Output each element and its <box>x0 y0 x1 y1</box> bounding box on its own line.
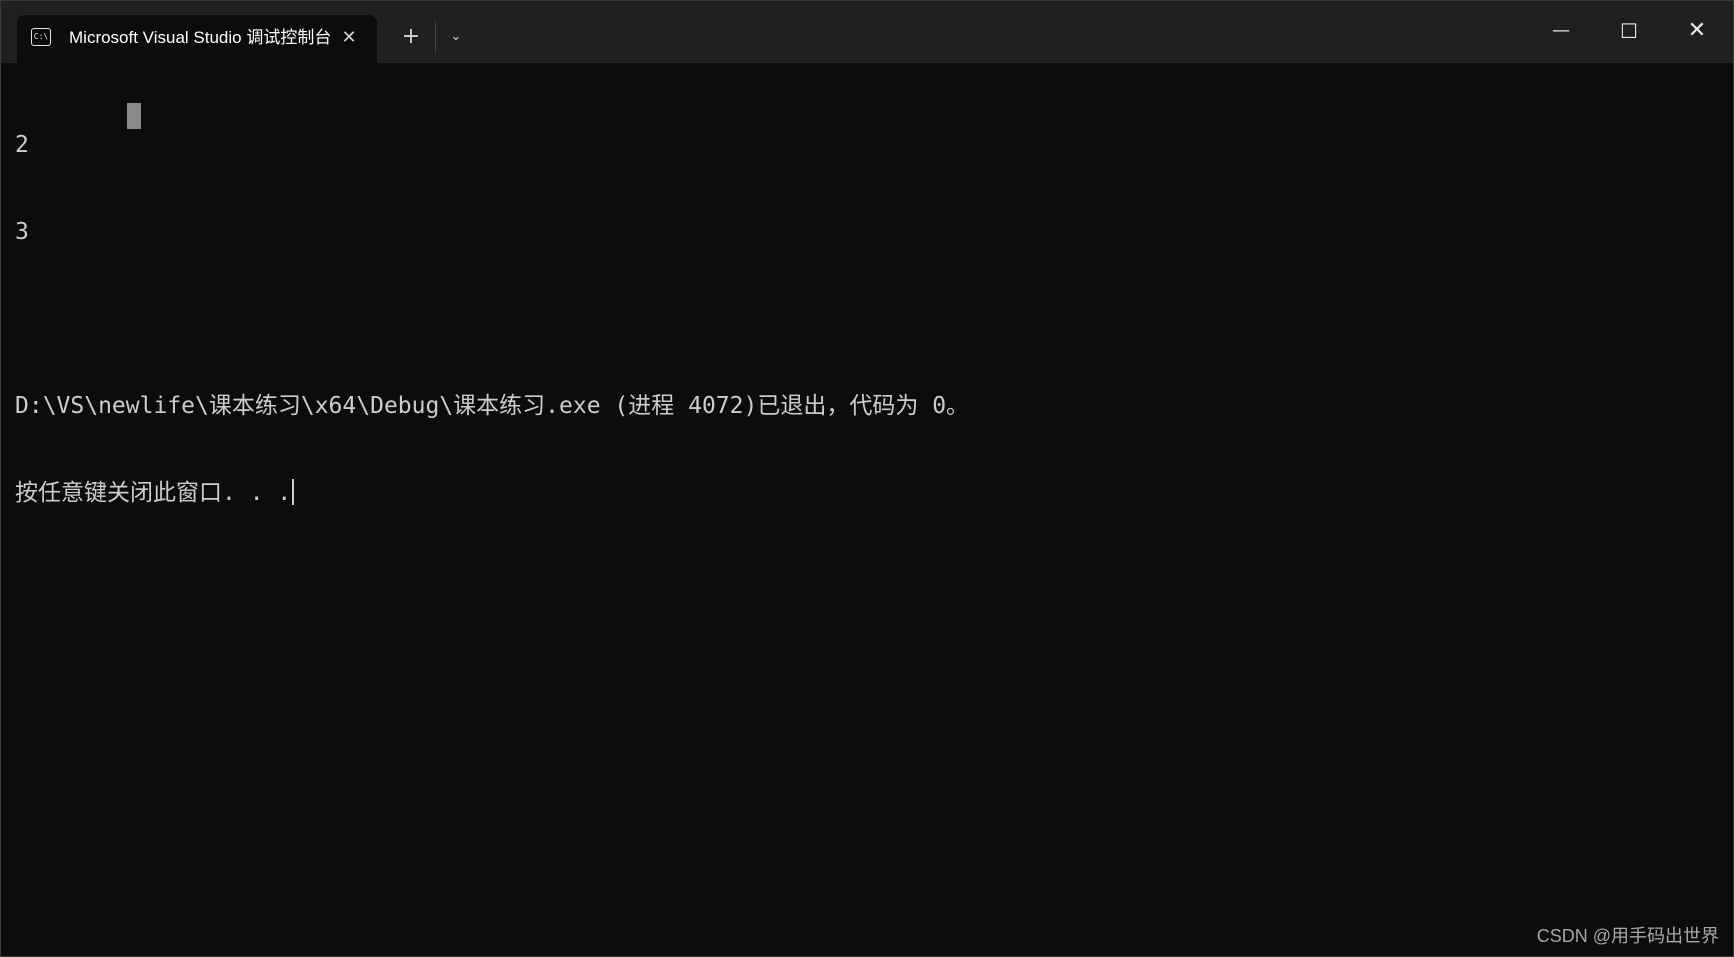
terminal-window: C:\ Microsoft Visual Studio 调试控制台 ✕ + ⌄ … <box>0 0 1734 957</box>
terminal-output[interactable]: 2 3 D:\VS\newlife\课本练习\x64\Debug\课本练习.ex… <box>15 73 1715 595</box>
terminal-line: 2 <box>15 132 29 158</box>
prompt-text: 按任意键关闭此窗口. . . <box>15 480 292 506</box>
block-cursor <box>127 103 141 129</box>
minimize-button[interactable]: — <box>1527 1 1595 61</box>
tab-active[interactable]: C:\ Microsoft Visual Studio 调试控制台 ✕ <box>17 15 377 63</box>
console-icon: C:\ <box>31 28 51 46</box>
tab-title: Microsoft Visual Studio 调试控制台 <box>69 28 331 47</box>
close-window-button[interactable]: ✕ <box>1663 1 1731 61</box>
text-caret <box>292 479 295 505</box>
terminal-line: 3 <box>15 219 29 245</box>
new-tab-button[interactable]: + <box>393 21 429 53</box>
terminal-line-prompt: 按任意键关闭此窗口. . . <box>15 479 1715 508</box>
tab-divider <box>435 21 436 53</box>
maximize-button[interactable]: ☐ <box>1595 1 1663 61</box>
terminal-line: D:\VS\newlife\课本练习\x64\Debug\课本练习.exe (进… <box>15 393 970 419</box>
watermark: CSDN @用手码出世界 <box>1536 926 1719 946</box>
chevron-down-icon[interactable]: ⌄ <box>439 21 473 53</box>
title-bar[interactable]: C:\ Microsoft Visual Studio 调试控制台 ✕ + ⌄ … <box>1 1 1733 63</box>
tab-close-icon[interactable]: ✕ <box>335 24 363 52</box>
